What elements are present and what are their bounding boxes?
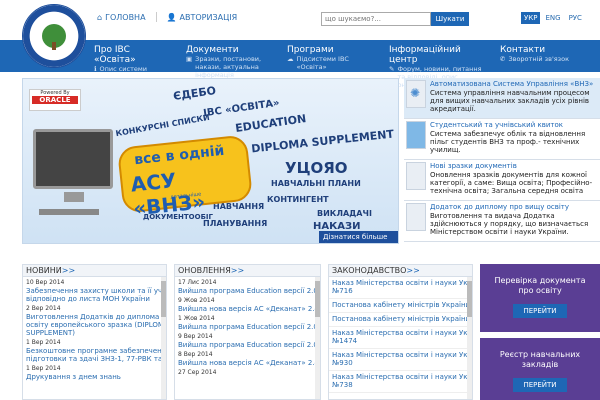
word-cloud-item: ПЛАНУВАННЯ [203, 219, 268, 228]
word-cloud-item: КОНТИНГЕНТ [267, 195, 329, 204]
list-item[interactable]: Наказ Міністерства освіти і науки Україн… [329, 371, 472, 393]
verify-document-tile: Перевірка документа про освіту ПЕРЕЙТИ [480, 264, 600, 332]
oracle-badge: Powered By ORACLE [29, 89, 81, 111]
feature-feed: Автоматизована Система Управління «ВНЗ» … [404, 78, 600, 244]
news-column: НОВИНИ>> 10 Вер 2014 Забезпечення захист… [22, 264, 167, 400]
phone-icon: ✆ [500, 55, 506, 63]
site-logo[interactable] [22, 4, 86, 68]
word-cloud-item: ІВС «ОСВІТА» [202, 97, 281, 120]
feed-item[interactable]: Нові зразки документів Оновлення зразків… [404, 160, 600, 201]
feed-item[interactable]: Автоматизована Система Управління «ВНЗ» … [404, 78, 600, 119]
top-links: ⌂ ГОЛОВНА 👤 АВТОРИЗАЦІЯ [97, 12, 237, 22]
feed-item[interactable]: Студентський та учнівський квиток Систем… [404, 119, 600, 160]
word-cloud-item: УЦОЯО [285, 159, 348, 177]
list-item[interactable]: 9 Жов 2014 Вийшла нова версія АС «Деканат… [175, 295, 320, 313]
list-item[interactable]: 1 Жов 2014 Вийшла програма Education верс… [175, 313, 320, 331]
student-card-icon [406, 121, 426, 149]
scrollbar[interactable] [467, 277, 472, 399]
list-item[interactable]: 9 Вер 2014 Вийшла програма Education верс… [175, 331, 320, 349]
user-icon: 👤 [166, 12, 177, 22]
keyboard-image [39, 209, 99, 215]
nav-documents[interactable]: Документи ▣ Зразки, постанови, накази, ак… [186, 45, 282, 79]
list-item[interactable]: Наказ Міністерства освіти і науки Україн… [329, 277, 472, 299]
scrollbar[interactable] [161, 277, 166, 399]
learn-more-button[interactable]: Дізнатися більше ➲ [319, 231, 398, 243]
word-cloud-item: НАВЧАЛЬНІ ПЛАНИ [271, 179, 361, 188]
briefcase-icon: ▣ [186, 55, 193, 63]
monitor-image [33, 129, 113, 202]
institutions-registry-button[interactable]: ПЕРЕЙТИ [513, 378, 567, 392]
list-item[interactable]: 27 Сер 2014 [175, 367, 320, 377]
list-item[interactable]: Постанова кабінету міністрів України №12… [329, 299, 472, 313]
list-item[interactable]: Наказ Міністерства освіти і науки Україн… [329, 349, 472, 371]
verify-document-button[interactable]: ПЕРЕЙТИ [513, 304, 567, 318]
double-chevron-icon: >> [406, 266, 420, 275]
word-cloud-item: КОНКУРСНІ СПИСКИ [114, 112, 211, 139]
legislation-heading[interactable]: ЗАКОНОДАВСТВО>> [329, 265, 472, 277]
atom-icon [406, 80, 426, 108]
info-icon: ℹ [94, 65, 97, 73]
list-item[interactable]: 1 Вер 2014 Друкування з днем знань [23, 363, 166, 381]
list-item[interactable]: 2 Вер 2014 Виготовлення Додатків до дипл… [23, 303, 166, 337]
home-link[interactable]: ⌂ ГОЛОВНА [97, 12, 146, 22]
arrow-right-icon: ➲ [323, 241, 329, 243]
word-cloud-item: ВИКЛАДАЧІ [317, 209, 372, 218]
hero-banner[interactable]: Powered By ORACLE ЄДЕБО ІВС «ОСВІТА» КОН… [22, 78, 399, 244]
list-item[interactable]: 1 Вер 2014 Безкоштовне програмне забезпе… [23, 337, 166, 363]
divider [155, 12, 157, 22]
nav-programs[interactable]: Програми ☁ Підсистеми ІВС «Освіта» [287, 45, 377, 71]
news-heading[interactable]: НОВИНИ>> [23, 265, 166, 277]
language-switcher: УКР ENG РУС [521, 12, 585, 24]
cloud-icon: ☁ [287, 55, 294, 63]
diploma-icon [406, 203, 426, 231]
document-icon [406, 162, 426, 190]
legislation-column: ЗАКОНОДАВСТВО>> Наказ Міністерства освіт… [328, 264, 473, 400]
login-link[interactable]: 👤 АВТОРИЗАЦІЯ [167, 12, 238, 22]
search-button[interactable]: Шукати [431, 12, 469, 26]
updates-heading[interactable]: ОНОВЛЕННЯ>> [175, 265, 320, 277]
feed-item[interactable]: Додаток до диплому про вищу освіту Вигот… [404, 201, 600, 242]
lang-rus[interactable]: РУС [566, 12, 585, 24]
list-item[interactable]: Наказ Міністерства освіти і науки Україн… [329, 327, 472, 349]
search-form: Шукати [321, 12, 469, 26]
list-item[interactable]: 8 Вер 2014 Вийшла нова версія АС «Деканат… [175, 349, 320, 367]
tree-emblem-icon [42, 24, 66, 50]
word-cloud-item: ЄДЕБО [172, 84, 217, 103]
double-chevron-icon: >> [61, 266, 76, 275]
main-nav: Про ІВС «Освіта» ℹ Опис системи Документи… [0, 40, 600, 89]
lang-ukr[interactable]: УКР [521, 12, 541, 24]
top-bar: ⌂ГОЛОВНА 👤АВТОРИЗАЦІЯ Шукати УКР ENG РУС [0, 0, 600, 68]
search-input[interactable] [321, 12, 431, 26]
slogan-badge: все в одній АСУ «ВНЗ» детальніше [116, 134, 254, 221]
scrollbar[interactable] [315, 277, 320, 399]
word-cloud-item: EDUCATION [234, 112, 308, 135]
list-item[interactable]: 17 Лис 2014 Вийшла програма Education вер… [175, 277, 320, 295]
double-chevron-icon: >> [230, 266, 245, 275]
nav-contacts[interactable]: Контакти ✆ Зворотній зв'язок [500, 45, 596, 63]
list-item[interactable]: Постанова кабінету міністрів України №75… [329, 313, 472, 327]
institutions-registry-tile: Реєстр навчальних закладів ПЕРЕЙТИ [480, 338, 600, 400]
lang-eng[interactable]: ENG [542, 12, 563, 24]
home-icon: ⌂ [97, 12, 103, 22]
updates-column: ОНОВЛЕННЯ>> 17 Лис 2014 Вийшла програма E… [174, 264, 321, 400]
word-cloud-item: DIPLOMA SUPPLEMENT [250, 127, 395, 156]
list-item[interactable]: 10 Вер 2014 Забезпечення захисту школи т… [23, 277, 166, 303]
nav-about[interactable]: Про ІВС «Освіта» ℹ Опис системи [94, 45, 164, 73]
